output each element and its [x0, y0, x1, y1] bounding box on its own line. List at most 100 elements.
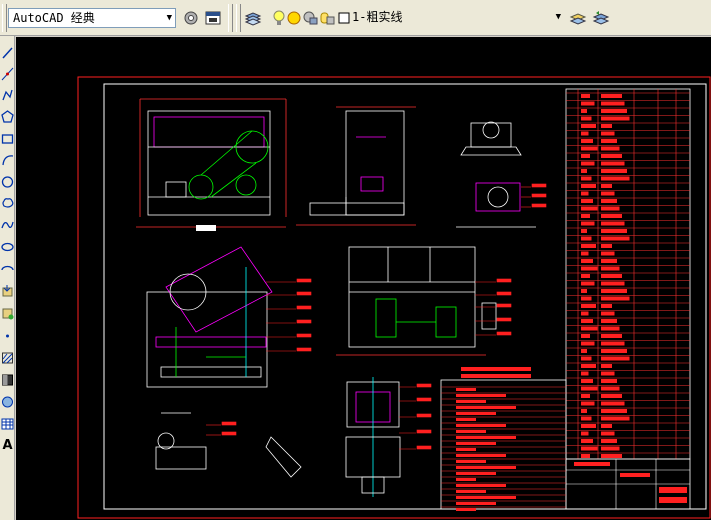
parts-list-text — [601, 214, 622, 218]
chevron-down-icon[interactable]: ▼ — [167, 11, 172, 25]
parts-list-text — [581, 244, 596, 248]
polyline-icon[interactable] — [1, 88, 14, 102]
parts-list-text — [581, 199, 593, 203]
leader-text — [296, 319, 312, 324]
parts-list-text — [581, 116, 592, 121]
parts-list-text — [601, 409, 627, 413]
rectangle-icon[interactable] — [1, 132, 14, 146]
draw-toolbar: A — [0, 36, 15, 520]
layer-label: 1-粗实线 — [352, 10, 403, 24]
parts-list-text — [601, 199, 617, 203]
leader-text — [416, 397, 432, 402]
parts-list-text — [601, 191, 615, 196]
circle-icon[interactable] — [1, 175, 14, 189]
notes-text — [456, 472, 496, 475]
chevron-down-icon[interactable]: ▼ — [556, 10, 561, 24]
toolbar-grip[interactable] — [236, 4, 241, 32]
detail-view-a — [456, 121, 536, 228]
parts-list-text — [601, 266, 620, 271]
leader-text — [296, 305, 312, 310]
parts-list-text — [601, 161, 625, 166]
region-icon[interactable] — [1, 395, 14, 409]
parts-list-text — [601, 94, 622, 98]
gradient-icon[interactable] — [1, 373, 14, 387]
layer-color-icon[interactable] — [318, 9, 336, 27]
parts-list-text — [601, 386, 620, 391]
parts-list-text — [581, 409, 587, 413]
parts-list-text — [601, 116, 630, 121]
layer-previous-icon[interactable] — [592, 9, 610, 27]
workspace-toolbar-icon[interactable] — [204, 9, 222, 27]
polygon-icon[interactable] — [1, 110, 14, 124]
notes-text — [456, 406, 516, 409]
parts-list-text — [581, 274, 590, 278]
parts-list-text — [581, 356, 592, 361]
parts-list-text — [581, 229, 587, 233]
notes-text — [456, 418, 476, 421]
parts-list-text — [601, 176, 630, 181]
layer-dropdown[interactable]: 1-粗实线 ▼ — [350, 8, 564, 28]
leader-text — [416, 383, 432, 388]
leader-text — [416, 445, 432, 450]
parts-list-text — [601, 364, 612, 368]
toolbar-grip[interactable] — [2, 4, 7, 32]
layer-manager-icon[interactable] — [244, 9, 262, 27]
workspace-settings-icon[interactable] — [182, 9, 200, 27]
parts-list-text — [581, 184, 596, 188]
layer-lock-icon[interactable] — [301, 9, 319, 27]
parts-list-text — [601, 124, 612, 128]
parts-list-text — [601, 274, 622, 278]
notes-text — [456, 508, 476, 511]
notes-text — [456, 442, 496, 445]
spline-icon[interactable] — [1, 218, 14, 232]
parts-list-text — [601, 146, 620, 151]
parts-list-text — [581, 206, 598, 211]
leader-text — [221, 421, 237, 426]
point-icon[interactable] — [1, 329, 14, 343]
notes-text — [456, 448, 476, 451]
parts-list-text — [601, 251, 615, 256]
parts-list-text — [601, 229, 627, 233]
workspace-label: AutoCAD 经典 — [13, 11, 95, 25]
workspace-dropdown[interactable]: AutoCAD 经典 ▼ — [8, 8, 176, 28]
parts-list-text — [581, 191, 589, 196]
hatch-icon[interactable] — [1, 351, 14, 365]
parts-list-text — [601, 424, 612, 428]
parts-list-text — [581, 169, 587, 173]
leader-text — [296, 347, 312, 352]
parts-list-text — [581, 454, 590, 458]
parts-list-text — [581, 124, 596, 128]
construction-line-icon[interactable] — [1, 67, 14, 81]
insert-block-icon[interactable] — [1, 284, 14, 298]
leader-text — [496, 291, 512, 296]
table-icon[interactable] — [1, 417, 14, 431]
toolbar-separator — [228, 4, 233, 32]
leader-text — [496, 303, 512, 308]
parts-list-text — [581, 311, 589, 316]
parts-list-text — [601, 341, 625, 346]
ellipse-icon[interactable] — [1, 240, 14, 254]
ellipse-arc-icon[interactable] — [1, 262, 14, 276]
revision-cloud-icon[interactable] — [1, 196, 14, 210]
leader-text — [531, 203, 547, 208]
arc-icon[interactable] — [1, 153, 14, 167]
line-icon[interactable] — [1, 46, 14, 60]
parts-list-text — [601, 139, 617, 143]
notes-text — [456, 430, 486, 433]
multiline-text-icon[interactable]: A — [1, 439, 14, 453]
leader-text — [416, 413, 432, 418]
notes-text — [456, 466, 516, 469]
notes-text — [456, 394, 506, 397]
parts-list-text — [581, 101, 595, 106]
make-block-icon[interactable] — [1, 306, 14, 320]
parts-list-text — [601, 289, 627, 293]
parts-list-text — [581, 401, 595, 406]
make-current-icon[interactable] — [569, 9, 587, 27]
notes-text — [456, 388, 476, 391]
parts-list-text — [581, 319, 593, 323]
parts-list-text — [581, 349, 587, 353]
drawing-area[interactable] — [16, 37, 711, 520]
parts-list-text — [581, 364, 596, 368]
parts-list-text — [601, 259, 617, 263]
parts-list-text — [581, 146, 598, 151]
